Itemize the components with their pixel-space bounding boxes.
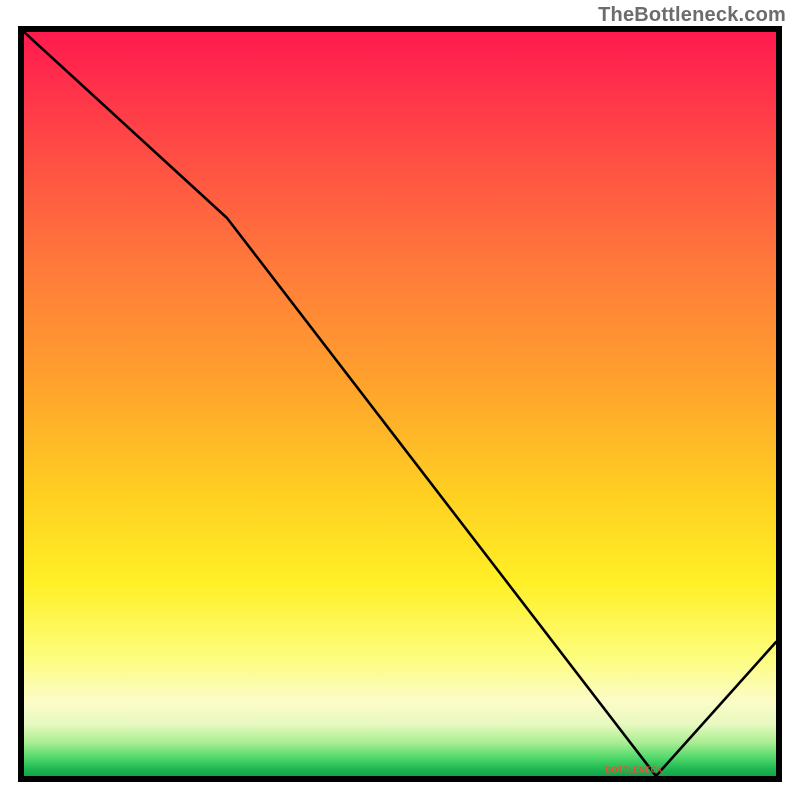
bottleneck-marker-label: BOTTLENECK bbox=[605, 766, 663, 775]
watermark-text: TheBottleneck.com bbox=[598, 4, 786, 27]
plot-frame: BOTTLENECK bbox=[18, 26, 782, 782]
plot-area: BOTTLENECK bbox=[24, 32, 776, 776]
line-overlay-svg bbox=[24, 32, 776, 776]
chart-canvas: TheBottleneck.com BOTTLENECK bbox=[0, 0, 800, 800]
bottleneck-curve bbox=[24, 32, 776, 776]
